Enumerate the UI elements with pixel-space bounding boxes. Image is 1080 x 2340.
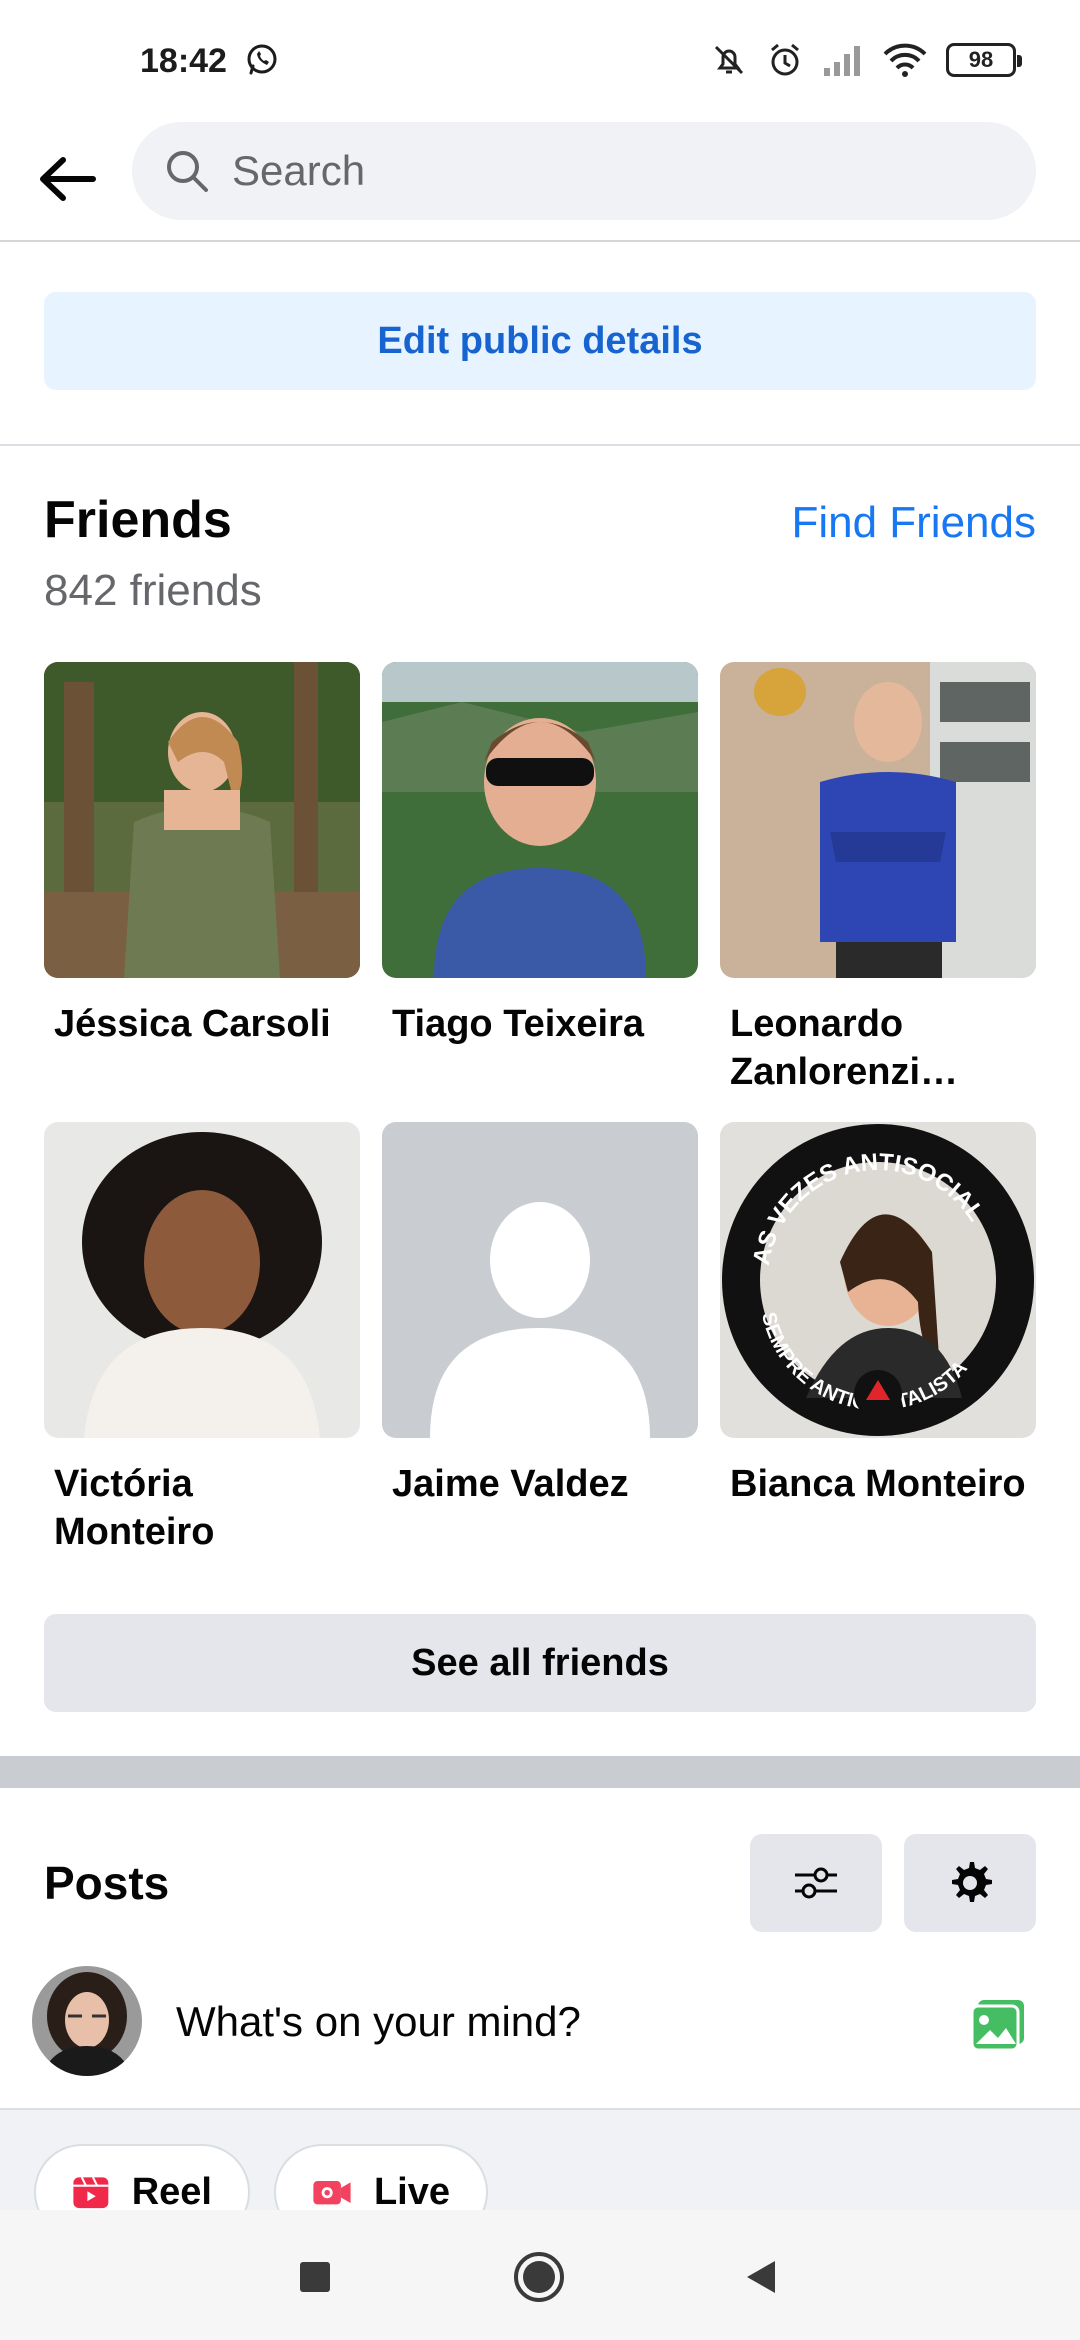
search-input[interactable]: Search (132, 122, 1036, 220)
friend-card[interactable]: AS VEZES ANTISOCIAL SEMPRE ANTICAPITALIS… (720, 1122, 1036, 1508)
friend-photo-placeholder[interactable] (382, 1122, 698, 1438)
signal-icon (822, 42, 864, 78)
posts-title: Posts (44, 1857, 170, 1909)
filter-sliders-icon (795, 1867, 837, 1899)
whatsapp-icon (244, 42, 280, 78)
gear-icon (952, 1862, 992, 1902)
recent-apps-button[interactable] (280, 2242, 350, 2312)
friend-name[interactable]: Leonardo Zanlorenzi Gabriel (720, 1000, 1036, 1096)
composer-placeholder[interactable]: What's on your mind? (176, 1998, 581, 2046)
reel-label: Reel (131, 2170, 212, 2213)
home-circle-icon (514, 2252, 564, 2302)
friend-name[interactable]: Tiago Teixeira (382, 1000, 698, 1048)
see-all-friends-button[interactable]: See all friends (44, 1614, 1036, 1712)
friend-photo[interactable] (44, 662, 360, 978)
square-icon (300, 2262, 330, 2292)
status-time: 18:42 (140, 42, 227, 80)
avatar[interactable] (32, 1966, 142, 2076)
triangle-back-icon (747, 2261, 775, 2293)
back-button[interactable] (32, 144, 102, 214)
arrow-left-icon (40, 157, 96, 201)
friends-title: Friends (44, 491, 232, 549)
system-navigation-bar (0, 2210, 1080, 2340)
find-friends-link[interactable]: Find Friends (791, 498, 1036, 548)
friend-photo[interactable] (382, 662, 698, 978)
status-bar: 18:42 98 (0, 0, 1080, 118)
friend-card[interactable]: Victória Monteiro (44, 1122, 360, 1556)
default-avatar-icon (382, 1122, 698, 1438)
home-button[interactable] (504, 2242, 574, 2312)
settings-button[interactable] (904, 1834, 1036, 1932)
section-divider-thick (0, 1756, 1080, 1788)
friend-name[interactable]: Jéssica Carsoli (44, 1000, 360, 1048)
friend-photo[interactable] (720, 662, 1036, 978)
friend-name[interactable]: Jaime Valdez (382, 1460, 698, 1508)
live-label: Live (373, 2170, 450, 2213)
wifi-icon (882, 42, 928, 78)
alarm-icon (766, 41, 804, 79)
friend-card[interactable]: Jéssica Carsoli (44, 662, 360, 1048)
section-divider (0, 444, 1080, 446)
search-header: Search (0, 118, 1080, 242)
photo-icon[interactable] (968, 1996, 1028, 2059)
live-video-icon (313, 2180, 351, 2205)
friends-count: 842 friends (44, 566, 262, 615)
search-placeholder: Search (232, 147, 366, 194)
friend-card[interactable]: Leonardo Zanlorenzi Gabriel (720, 662, 1036, 1096)
friend-photo[interactable]: AS VEZES ANTISOCIAL SEMPRE ANTICAPITALIS… (720, 1122, 1036, 1438)
friend-card[interactable]: Tiago Teixeira (382, 662, 698, 1048)
battery-icon: 98 (946, 43, 1022, 77)
friend-name[interactable]: Bianca Monteiro (720, 1460, 1036, 1508)
mute-icon (710, 41, 748, 79)
post-composer[interactable]: What's on your mind? (0, 1960, 1080, 2110)
edit-public-details-button[interactable]: Edit public details (44, 292, 1036, 390)
status-icons: 98 (710, 40, 1022, 80)
friend-card[interactable]: Jaime Valdez (382, 1122, 698, 1508)
friend-name[interactable]: Victória Monteiro (44, 1460, 360, 1556)
system-back-button[interactable] (726, 2242, 796, 2312)
filter-button[interactable] (750, 1834, 882, 1932)
search-icon (167, 151, 208, 192)
friend-photo[interactable] (44, 1122, 360, 1438)
